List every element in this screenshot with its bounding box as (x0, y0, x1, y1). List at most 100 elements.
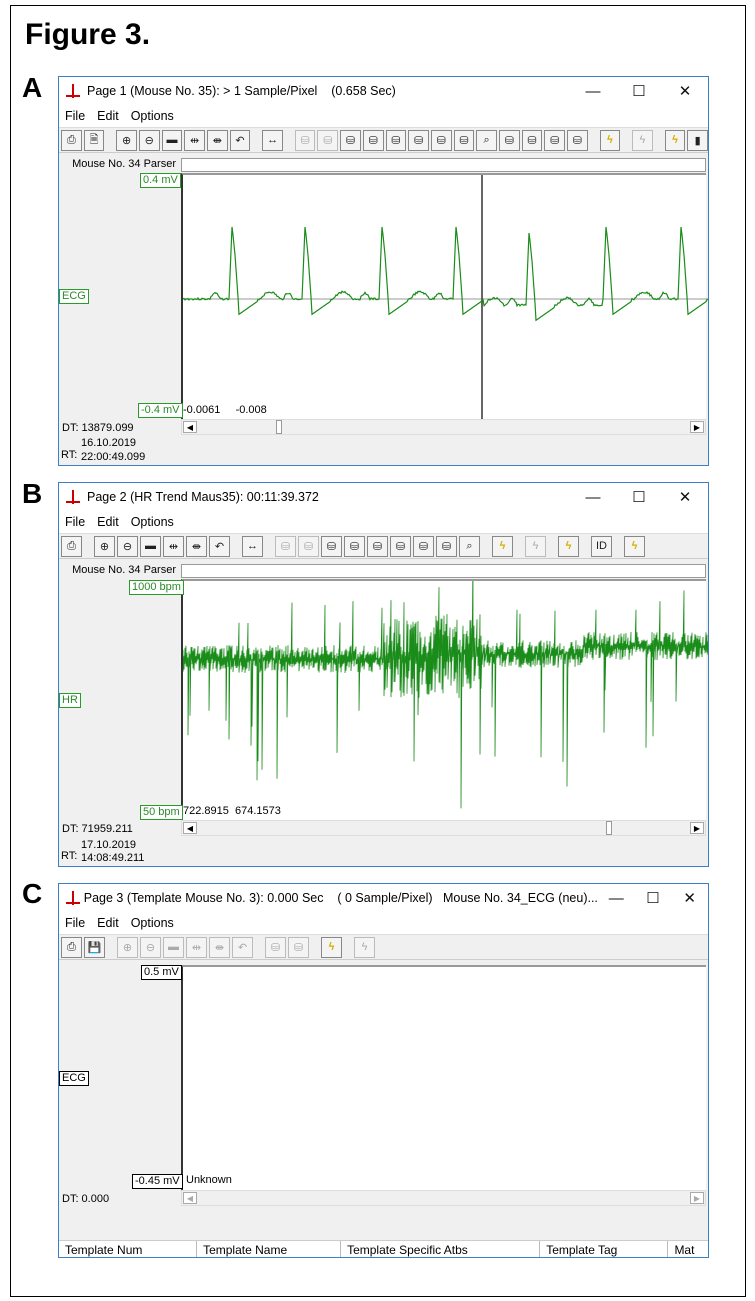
find-prev-disabled-icon[interactable]: ⛁ (275, 535, 296, 557)
channel-label[interactable]: ECG (59, 1071, 89, 1086)
expand-disabled-icon[interactable]: ⇹ (186, 936, 207, 958)
zoom-in-icon[interactable]: ⊕ (116, 129, 137, 151)
find-next-disabled-icon[interactable]: ⛁ (288, 936, 309, 958)
search-clock-icon[interactable]: ⌕ (476, 129, 497, 151)
lightning-icon[interactable]: ϟ (321, 936, 342, 958)
compress-disabled-icon[interactable]: ⇼ (209, 936, 230, 958)
zoom-out-icon[interactable]: ⊖ (117, 535, 138, 557)
lightning-icon[interactable]: ϟ (492, 535, 513, 557)
hr-trend-plot[interactable] (181, 579, 708, 820)
parser-field[interactable] (181, 564, 706, 578)
column-template-num[interactable]: Template Num (59, 1241, 198, 1257)
binoculars-dash-2-icon[interactable]: ⛁ (567, 129, 588, 151)
find-next-disabled-icon[interactable]: ⛁ (298, 535, 319, 557)
binoculars-1-icon[interactable]: ⛁ (367, 535, 388, 557)
menu-file[interactable]: File (65, 916, 85, 930)
zoom-in-icon[interactable]: ⊕ (94, 535, 115, 557)
menu-options[interactable]: Options (131, 109, 174, 123)
scroll-left-arrow[interactable]: ◀ (183, 822, 197, 834)
horizontal-scrollbar[interactable]: ◀ ▶ (181, 820, 706, 836)
menu-file[interactable]: File (65, 109, 85, 123)
scroll-thumb[interactable] (276, 420, 282, 434)
parser-field[interactable] (181, 158, 706, 172)
binoculars-red-1-icon[interactable]: ⛁ (498, 129, 520, 151)
find-next-disabled-icon[interactable]: ⛁ (317, 129, 339, 151)
fit-icon[interactable]: ▬ (140, 535, 161, 557)
search-clock-icon[interactable]: ⌕ (459, 535, 480, 557)
lightning-marker-icon[interactable]: ϟ (558, 535, 579, 557)
zoom-in-disabled-icon[interactable]: ⊕ (117, 936, 138, 958)
scroll-right-arrow[interactable]: ▶ (690, 421, 704, 433)
undo-icon[interactable]: ↶ (229, 129, 251, 151)
column-mat[interactable]: Mat (668, 1241, 708, 1257)
menu-edit[interactable]: Edit (97, 515, 119, 529)
binoculars-dash-1-icon[interactable]: ⛁ (544, 129, 566, 151)
lightning-disabled-icon[interactable]: ϟ (354, 936, 375, 958)
zoom-out-icon[interactable]: ⊖ (138, 129, 160, 151)
binoculars-4-icon[interactable]: ⛁ (453, 129, 475, 151)
horizontal-arrows-icon[interactable]: ↔ (242, 535, 263, 557)
column-template-tag[interactable]: Template Tag (540, 1241, 669, 1257)
fit-disabled-icon[interactable]: ▬ (163, 936, 184, 958)
lightning-disabled-icon[interactable]: ϟ (525, 535, 546, 557)
zoom-out-disabled-icon[interactable]: ⊖ (140, 936, 161, 958)
binoculars-1-icon[interactable]: ⛁ (385, 129, 407, 151)
scroll-right-arrow[interactable]: ▶ (690, 1192, 704, 1204)
close-button[interactable]: ✕ (671, 889, 708, 907)
undo-disabled-icon[interactable]: ↶ (232, 936, 253, 958)
minimize-button[interactable]: — (570, 489, 616, 506)
binoculars-4-icon[interactable]: ⛁ (436, 535, 457, 557)
find-prev-disabled-icon[interactable]: ⛁ (294, 129, 316, 151)
menu-file[interactable]: File (65, 515, 85, 529)
maximize-button[interactable]: ☐ (635, 889, 672, 907)
printer-icon[interactable]: ⎙ (61, 129, 82, 151)
printer-icon[interactable]: ⎙ (61, 936, 82, 958)
binoculars-2-icon[interactable]: ⛁ (408, 129, 429, 151)
lightning-disabled-icon[interactable]: ϟ (632, 129, 653, 151)
scroll-left-arrow[interactable]: ◀ (183, 421, 197, 433)
id-icon[interactable]: ID (591, 535, 612, 557)
menu-edit[interactable]: Edit (97, 109, 119, 123)
lightning-marker-icon[interactable]: ϟ (664, 129, 686, 151)
find-prev-disabled-icon[interactable]: ⛁ (265, 936, 286, 958)
maximize-button[interactable]: ☐ (616, 82, 662, 100)
close-button[interactable]: ✕ (662, 82, 708, 100)
scroll-thumb[interactable] (606, 821, 612, 835)
minimize-button[interactable]: — (570, 83, 616, 100)
printer-icon[interactable]: ⎙ (61, 535, 82, 557)
column-template-specific-atbs[interactable]: Template Specific Atbs (341, 1241, 541, 1257)
binoculars-2-icon[interactable]: ⛁ (390, 535, 411, 557)
horizontal-arrows-icon[interactable]: ↔ (262, 129, 283, 151)
binoculars-3-icon[interactable]: ⛁ (413, 535, 434, 557)
menu-options[interactable]: Options (131, 916, 174, 930)
more-icon[interactable]: ▮ (687, 129, 708, 151)
find-mail-prev-icon[interactable]: ⛁ (340, 129, 361, 151)
lightning-icon[interactable]: ϟ (599, 129, 621, 151)
maximize-button[interactable]: ☐ (616, 488, 662, 506)
find-mail-next-icon[interactable]: ⛁ (362, 129, 384, 151)
expand-icon[interactable]: ⇹ (184, 129, 205, 151)
column-template-name[interactable]: Template Name (197, 1241, 342, 1257)
compress-icon[interactable]: ⇼ (206, 129, 228, 151)
scroll-right-arrow[interactable]: ▶ (690, 822, 704, 834)
horizontal-scrollbar[interactable]: ◀ ▶ (181, 419, 706, 435)
horizontal-scrollbar[interactable]: ◀ ▶ (181, 1190, 706, 1206)
expand-icon[interactable]: ⇹ (163, 535, 184, 557)
ecg-plot[interactable] (181, 173, 708, 421)
binoculars-red-2-icon[interactable]: ⛁ (521, 129, 543, 151)
find-mail-next-icon[interactable]: ⛁ (344, 535, 365, 557)
minimize-button[interactable]: — (598, 890, 635, 907)
menu-edit[interactable]: Edit (97, 916, 119, 930)
fit-icon[interactable]: ▬ (161, 129, 183, 151)
close-button[interactable]: ✕ (662, 488, 708, 506)
lightning-marker-green-icon[interactable]: ϟ (624, 535, 645, 557)
compress-icon[interactable]: ⇼ (186, 535, 207, 557)
channel-label[interactable]: ECG (59, 289, 89, 304)
channel-label[interactable]: HR (59, 693, 81, 708)
document-icon[interactable]: 🗎 (83, 129, 105, 151)
undo-icon[interactable]: ↶ (209, 535, 230, 557)
save-icon[interactable]: 💾 (84, 936, 105, 958)
binoculars-3-icon[interactable]: ⛁ (430, 129, 452, 151)
menu-options[interactable]: Options (131, 515, 174, 529)
find-mail-prev-icon[interactable]: ⛁ (321, 535, 342, 557)
